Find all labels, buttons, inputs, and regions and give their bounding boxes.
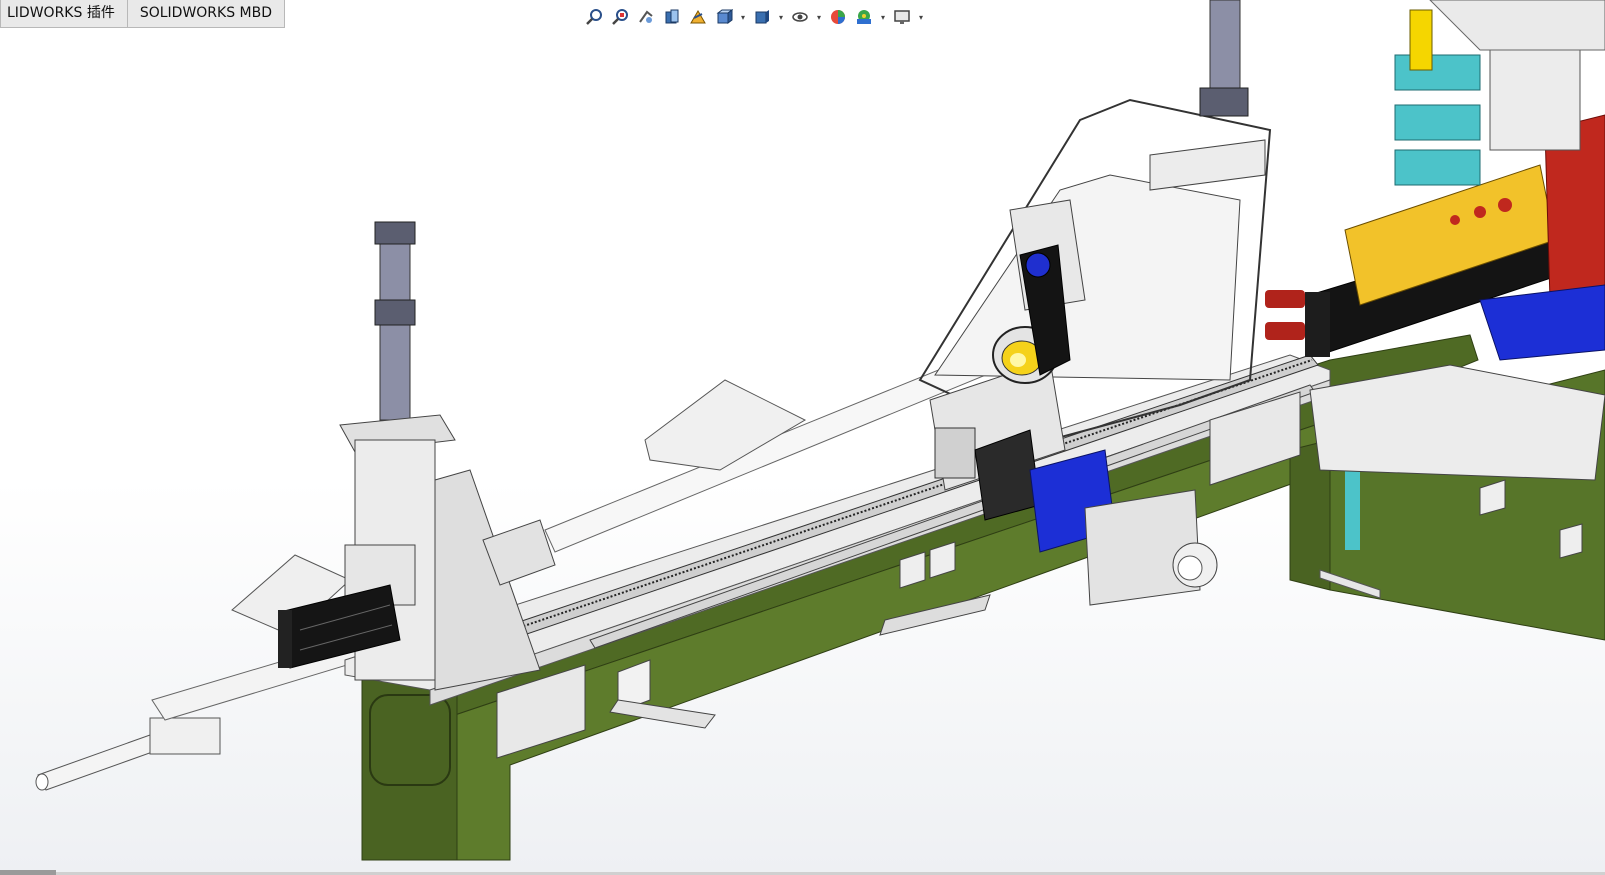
- machine-model[interactable]: [0, 0, 1605, 875]
- view-orientation-icon[interactable]: [712, 6, 736, 28]
- red-fasteners: [1265, 290, 1305, 340]
- hide-show-items-icon[interactable]: [788, 6, 812, 28]
- zoom-to-area-icon[interactable]: [608, 6, 632, 28]
- view-orientation-dropdown[interactable]: ▾: [738, 6, 748, 28]
- status-bar-handle: [0, 870, 56, 875]
- view-settings-dropdown[interactable]: ▾: [916, 6, 926, 28]
- previous-view-icon[interactable]: [634, 6, 658, 28]
- tube-extension: [35, 717, 221, 791]
- zoom-to-fit-icon[interactable]: [582, 6, 606, 28]
- section-view-icon[interactable]: [660, 6, 684, 28]
- edit-appearance-icon[interactable]: [826, 6, 850, 28]
- apply-scene-dropdown[interactable]: ▾: [878, 6, 888, 28]
- command-manager-tabs: LIDWORKS 插件 SOLIDWORKS MBD: [0, 0, 286, 29]
- heads-up-view-toolbar: ▾ ▾ ▾ ▾ ▾: [582, 6, 926, 28]
- display-style-dropdown[interactable]: ▾: [776, 6, 786, 28]
- graphics-viewport[interactable]: [0, 0, 1605, 875]
- apply-scene-icon[interactable]: [852, 6, 876, 28]
- hide-show-items-dropdown[interactable]: ▾: [814, 6, 824, 28]
- display-style-icon[interactable]: [750, 6, 774, 28]
- dynamic-annotation-views-icon[interactable]: [686, 6, 710, 28]
- tab-solidworks-mbd[interactable]: SOLIDWORKS MBD: [127, 0, 286, 28]
- view-settings-icon[interactable]: [890, 6, 914, 28]
- tab-solidworks-addins[interactable]: LIDWORKS 插件: [0, 0, 128, 28]
